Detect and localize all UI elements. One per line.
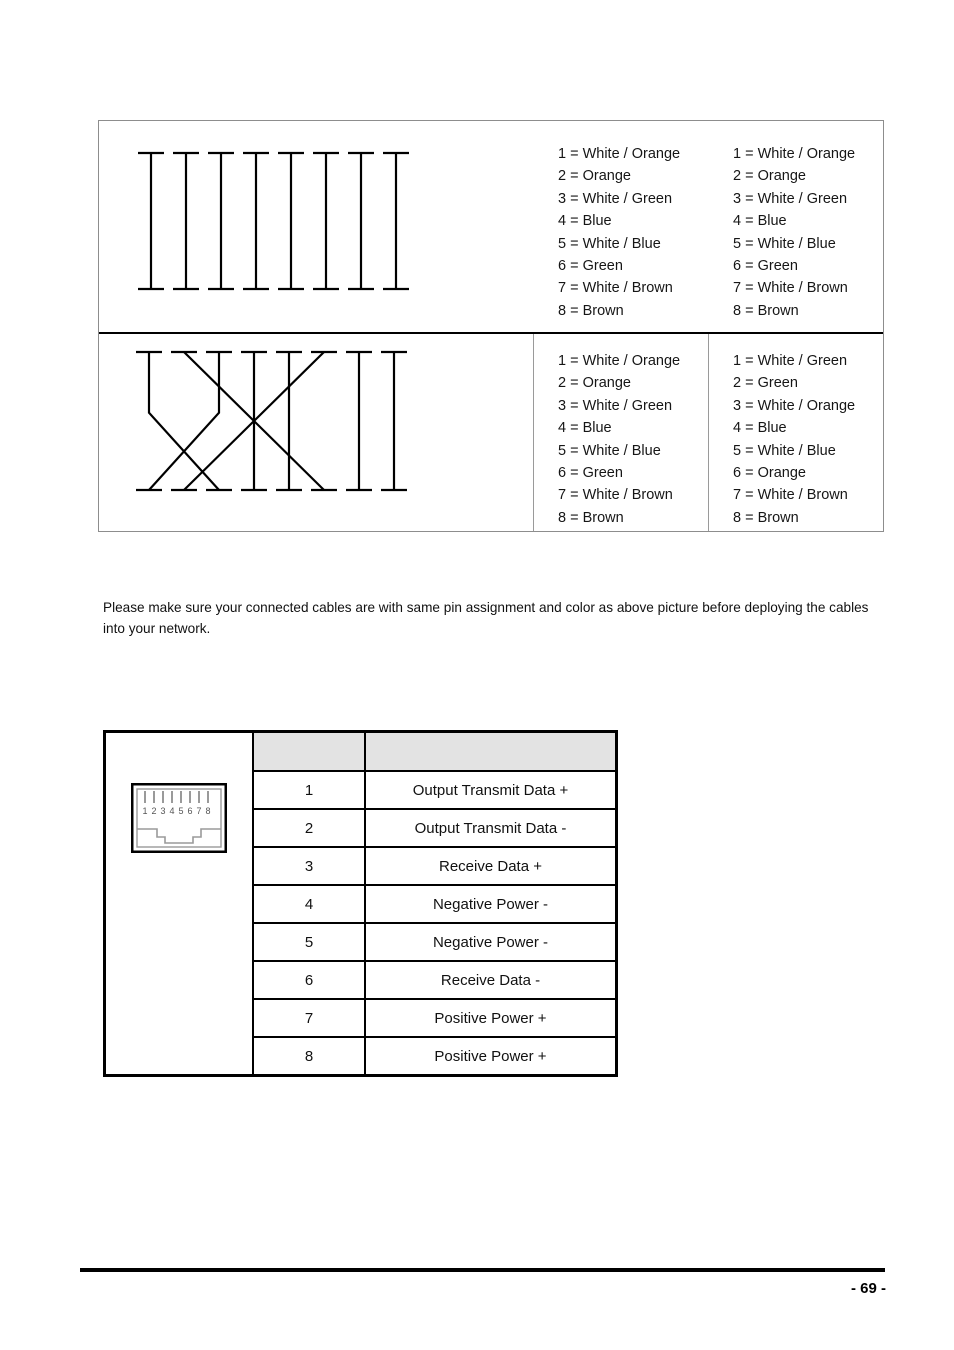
pin-label: 6 = Green	[558, 465, 623, 482]
cable-pinout-table: 1 = White / Orange 2 = Orange 3 = White …	[98, 120, 884, 532]
crossover-right-pin-list: 1 = White / Green 2 = Green 3 = White / …	[709, 334, 884, 531]
pin-description-cell: Negative Power -	[364, 922, 618, 962]
crossover-left-pin-list: 1 = White / Orange 2 = Orange 3 = White …	[534, 334, 709, 531]
pin-label: 8 = Brown	[733, 302, 799, 319]
pin-description-cell: Positive Power +	[364, 1036, 618, 1077]
pin-label: 1 = White / Green	[733, 353, 848, 369]
straight-right-pin-list: 1 = White / Orange 2 = Orange 3 = White …	[709, 121, 884, 332]
pin-label: 8 = Brown	[733, 509, 799, 526]
pin-number-cell: 8	[252, 1036, 366, 1077]
crossover-cable-diagram	[136, 350, 407, 492]
pin-description-cell: Positive Power +	[364, 998, 618, 1038]
jack-pin-number: 6	[187, 806, 192, 816]
pin-label: 3 = White / Green	[733, 190, 848, 207]
jack-pin-number: 2	[151, 806, 156, 816]
rj45-jack-cell: 12345678	[104, 731, 254, 1076]
pin-label: 2 = Green	[733, 375, 798, 392]
pin-label: 3 = White / Green	[558, 397, 673, 414]
footer-divider	[80, 1268, 885, 1272]
pin-description-cell: Receive Data +	[364, 846, 618, 886]
pin-description-cell: Negative Power -	[364, 884, 618, 924]
pin-label: 2 = Orange	[558, 375, 631, 392]
crossover-diagram-cell	[99, 334, 534, 531]
crossover-row: 1 = White / Orange 2 = Orange 3 = White …	[99, 334, 883, 531]
pin-label: 7 = White / Brown	[558, 487, 673, 504]
jack-pin-number: 5	[178, 806, 183, 816]
pin-label: 1 = White / Orange	[558, 353, 681, 369]
pin-description-cell: Output Transmit Data +	[364, 770, 618, 810]
rj45-pinout-table: 12345678 1 Output Transmit Data +2 Output …	[103, 730, 618, 1077]
pin-number-cell: 6	[252, 960, 366, 1000]
pin-label: 3 = White / Green	[558, 190, 673, 207]
pin-description-cell: Receive Data -	[364, 960, 618, 1000]
pin-label: 5 = White / Blue	[733, 442, 836, 459]
straight-through-cable-diagram	[138, 151, 409, 291]
pinout-header-row: 12345678	[104, 730, 618, 1076]
wire-path	[148, 352, 221, 491]
wire-path	[147, 352, 220, 491]
pin-label: 6 = Orange	[733, 465, 806, 482]
jack-pin-number: 3	[160, 806, 165, 816]
pin-label: 2 = Orange	[558, 168, 631, 185]
straight-left-pin-list: 1 = White / Orange 2 = Orange 3 = White …	[534, 121, 709, 332]
pin-label: 5 = White / Blue	[733, 235, 836, 252]
jack-pin-number: 7	[196, 806, 201, 816]
pin-label: 8 = Brown	[558, 302, 624, 319]
straight-through-diagram-cell	[99, 121, 534, 332]
pin-label: 5 = White / Blue	[558, 442, 661, 459]
pin-label: 1 = White / Orange	[558, 146, 681, 162]
pin-number-cell: 1	[252, 770, 366, 810]
jack-pin-number: 1	[142, 806, 147, 816]
pin-label: 4 = Blue	[558, 213, 612, 230]
cable-note-text: Please make sure your connected cables a…	[103, 599, 869, 636]
pinout-header-pin	[252, 730, 366, 772]
jack-pin-number: 4	[169, 806, 174, 816]
rj45-jack-icon: 12345678	[130, 782, 228, 854]
pin-number-cell: 3	[252, 846, 366, 886]
pin-label: 3 = White / Orange	[733, 397, 856, 414]
pin-number-cell: 4	[252, 884, 366, 924]
pin-number-cell: 7	[252, 998, 366, 1038]
page-number: - 69 -	[850, 1280, 886, 1297]
straight-through-row: 1 = White / Orange 2 = Orange 3 = White …	[99, 121, 883, 334]
jack-pin-number: 8	[205, 806, 210, 816]
pin-label: 7 = White / Brown	[558, 280, 673, 297]
pin-label: 1 = White / Orange	[733, 146, 856, 162]
pinout-header-description	[364, 730, 618, 772]
pin-label: 2 = Orange	[733, 168, 806, 185]
pin-number-cell: 2	[252, 808, 366, 848]
pin-label: 4 = Blue	[733, 213, 787, 230]
pin-label: 5 = White / Blue	[558, 235, 661, 252]
pin-label: 4 = Blue	[733, 420, 787, 437]
pin-label: 7 = White / Brown	[733, 487, 848, 504]
pin-label: 4 = Blue	[558, 420, 612, 437]
pin-label: 6 = Green	[733, 258, 798, 275]
pin-label: 6 = Green	[558, 258, 623, 275]
pin-label: 8 = Brown	[558, 509, 624, 526]
pin-number-cell: 5	[252, 922, 366, 962]
pin-description-cell: Output Transmit Data -	[364, 808, 618, 848]
pin-label: 7 = White / Brown	[733, 280, 848, 297]
